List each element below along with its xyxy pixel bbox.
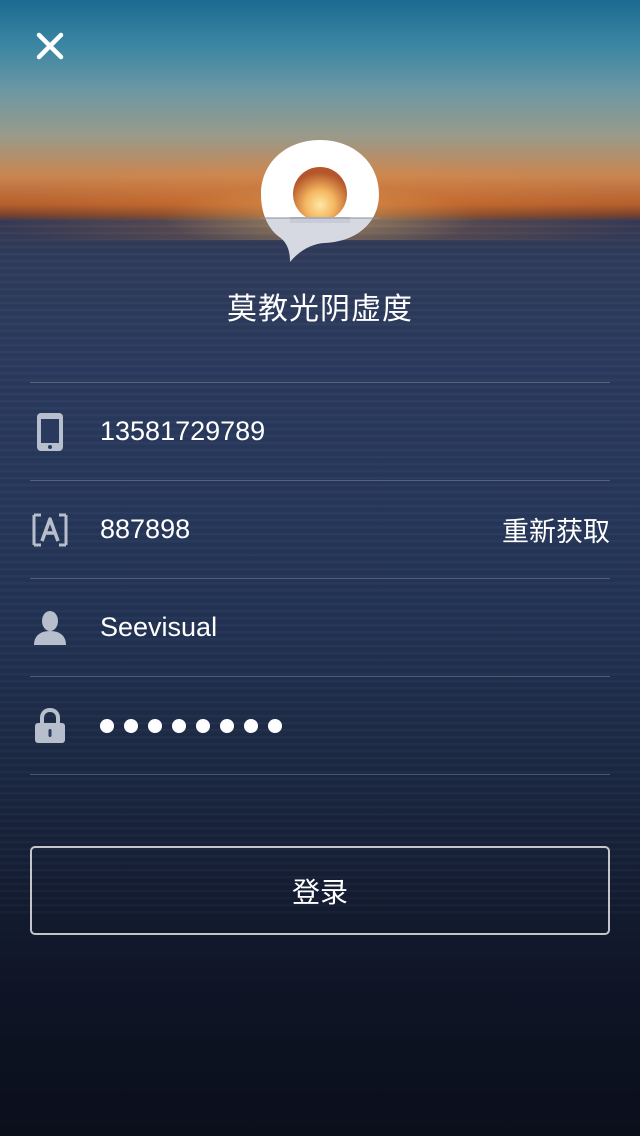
verification-code-icon — [30, 510, 70, 550]
divider — [30, 774, 610, 775]
login-button[interactable]: 登录 — [30, 846, 610, 935]
username-row[interactable]: Seevisual — [30, 579, 610, 676]
phone-input[interactable]: 13581729789 — [100, 416, 265, 447]
login-form: 13581729789 887898 重新获取 Seevisual — [30, 382, 610, 775]
password-dot — [172, 718, 186, 733]
password-dot — [124, 718, 138, 733]
code-input[interactable]: 887898 — [100, 514, 190, 545]
resend-code-button[interactable]: 重新获取 — [502, 510, 610, 549]
login-screen: 莫教光阴虚度 13581729789 887898 重新获取 Seevisual… — [0, 0, 640, 1136]
password-dot — [220, 718, 234, 733]
password-row[interactable] — [30, 677, 610, 774]
close-icon — [36, 32, 64, 60]
password-dot — [196, 718, 210, 733]
password-dot — [268, 718, 282, 733]
phone-row[interactable]: 13581729789 — [30, 383, 610, 480]
phone-icon — [30, 412, 70, 452]
password-dot — [244, 718, 258, 733]
user-icon — [30, 608, 70, 648]
password-dot — [100, 718, 114, 733]
password-dot — [148, 718, 162, 733]
code-row[interactable]: 887898 重新获取 — [30, 481, 610, 578]
lock-icon — [30, 706, 70, 746]
close-button[interactable] — [30, 26, 70, 66]
password-input[interactable] — [100, 718, 282, 733]
app-title: 莫教光阴虚度 — [227, 292, 413, 327]
username-input[interactable]: Seevisual — [100, 612, 217, 643]
sunset-chat-logo — [260, 140, 380, 262]
